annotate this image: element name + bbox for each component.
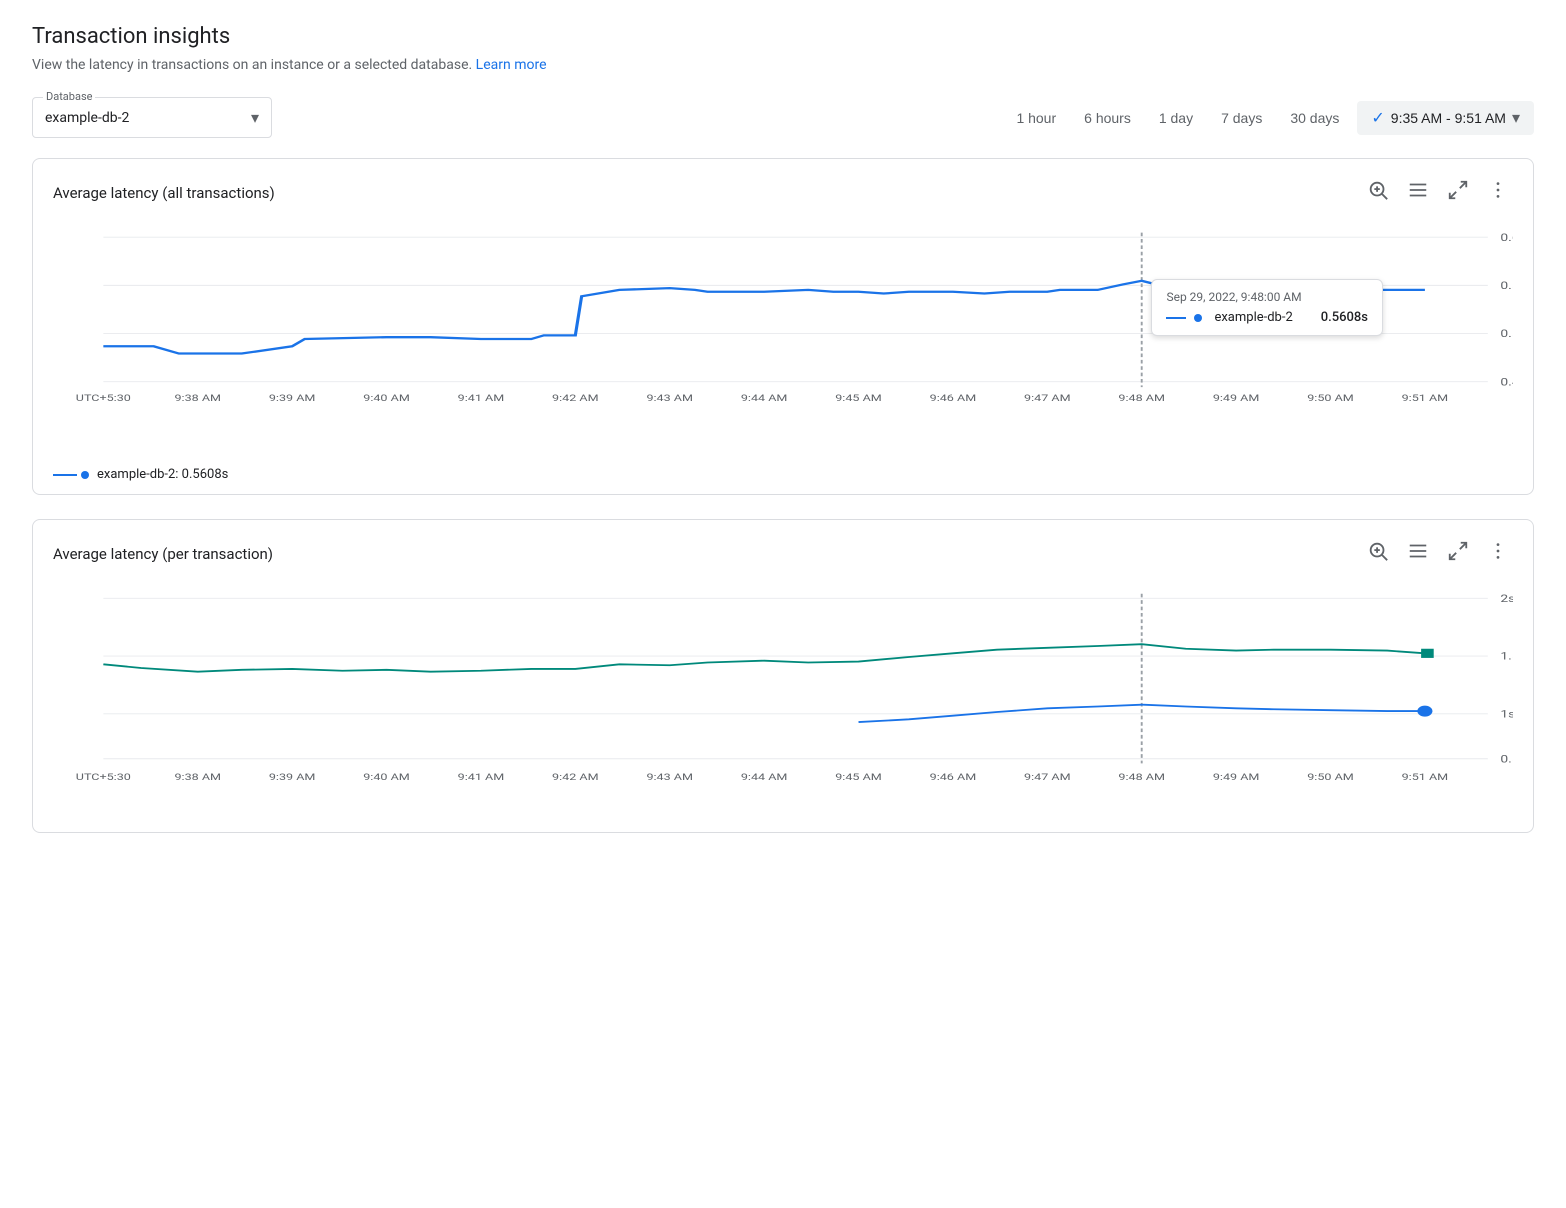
chart1-legend: example-db-2: 0.5608s	[53, 467, 1513, 482]
chart2-actions	[1363, 536, 1513, 572]
arrow-down-icon: ▾	[1512, 108, 1520, 128]
svg-text:9:51 AM: 9:51 AM	[1402, 772, 1449, 783]
svg-text:9:47 AM: 9:47 AM	[1024, 772, 1071, 783]
chart1-header: Average latency (all transactions)	[53, 175, 1513, 211]
time-btn-30days[interactable]: 30 days	[1280, 104, 1349, 132]
svg-text:9:38 AM: 9:38 AM	[174, 772, 221, 783]
svg-text:9:38 AM: 9:38 AM	[174, 393, 221, 404]
chevron-down-icon: ▾	[251, 108, 259, 127]
svg-text:9:48 AM: 9:48 AM	[1118, 772, 1165, 783]
svg-text:9:41 AM: 9:41 AM	[458, 393, 505, 404]
svg-text:9:49 AM: 9:49 AM	[1213, 772, 1260, 783]
chart1-title: Average latency (all transactions)	[53, 184, 275, 202]
svg-text:UTC+5:30: UTC+5:30	[76, 393, 131, 404]
time-btn-1hour[interactable]: 1 hour	[1006, 104, 1066, 132]
db-select-label: Database	[43, 90, 95, 103]
time-controls: 1 hour 6 hours 1 day 7 days 30 days ✓ 9:…	[1006, 101, 1534, 135]
svg-text:9:45 AM: 9:45 AM	[835, 393, 882, 404]
svg-text:9:42 AM: 9:42 AM	[552, 393, 599, 404]
svg-text:9:46 AM: 9:46 AM	[930, 393, 977, 404]
svg-text:9:46 AM: 9:46 AM	[930, 772, 977, 783]
time-btn-6hours[interactable]: 6 hours	[1074, 104, 1141, 132]
svg-text:9:50 AM: 9:50 AM	[1307, 772, 1354, 783]
time-btn-7days[interactable]: 7 days	[1211, 104, 1272, 132]
more-options-button[interactable]	[1483, 175, 1513, 211]
db-select-value[interactable]: example-db-2 ▾	[45, 102, 259, 133]
svg-text:9:42 AM: 9:42 AM	[552, 772, 599, 783]
chart2-more-button[interactable]	[1483, 536, 1513, 572]
db-selected-value: example-db-2	[45, 110, 129, 126]
svg-text:9:43 AM: 9:43 AM	[646, 393, 693, 404]
chart2-header: Average latency (per transaction)	[53, 536, 1513, 572]
chart-card-all-transactions: Average latency (all transactions)	[32, 158, 1534, 495]
time-btn-1day[interactable]: 1 day	[1149, 104, 1203, 132]
page-subtitle: View the latency in transactions on an i…	[32, 57, 1534, 73]
svg-text:9:48 AM: 9:48 AM	[1118, 393, 1165, 404]
svg-text:9:40 AM: 9:40 AM	[363, 772, 410, 783]
svg-text:9:39 AM: 9:39 AM	[269, 393, 316, 404]
svg-text:1.5s: 1.5s	[1500, 651, 1513, 663]
svg-text:9:43 AM: 9:43 AM	[646, 772, 693, 783]
chart-card-per-transaction: Average latency (per transaction)	[32, 519, 1534, 833]
svg-text:9:45 AM: 9:45 AM	[835, 772, 882, 783]
svg-text:9:49 AM: 9:49 AM	[1213, 393, 1260, 404]
svg-text:9:51 AM: 9:51 AM	[1402, 393, 1449, 404]
zoom-button[interactable]	[1363, 175, 1393, 211]
chart2-zoom-button[interactable]	[1363, 536, 1393, 572]
svg-text:9:44 AM: 9:44 AM	[741, 393, 788, 404]
chart2-fullscreen-button[interactable]	[1443, 536, 1473, 572]
svg-text:0.55s: 0.55s	[1500, 280, 1513, 292]
svg-text:UTC+5:30: UTC+5:30	[76, 772, 131, 783]
svg-text:0.45s: 0.45s	[1500, 376, 1513, 388]
svg-text:9:47 AM: 9:47 AM	[1024, 393, 1071, 404]
page-title: Transaction insights	[32, 24, 1534, 49]
chart2-area: 2s 1.5s 1s 0.5s UTC+5:30 9:38 AM 9:39 AM…	[53, 580, 1513, 820]
check-icon: ✓	[1371, 108, 1384, 128]
svg-text:9:40 AM: 9:40 AM	[363, 393, 410, 404]
chart2-legend-button[interactable]	[1403, 536, 1433, 572]
legend-button[interactable]	[1403, 175, 1433, 211]
svg-text:2s: 2s	[1500, 593, 1513, 605]
svg-text:0.5s: 0.5s	[1500, 753, 1513, 765]
fullscreen-button[interactable]	[1443, 175, 1473, 211]
chart1-area: 0.6s 0.55s 0.5s 0.45s UTC+5:30 9:38 AM 9…	[53, 219, 1513, 459]
svg-text:9:41 AM: 9:41 AM	[458, 772, 505, 783]
learn-more-link[interactable]: Learn more	[476, 57, 547, 73]
database-selector[interactable]: Database example-db-2 ▾	[32, 97, 272, 138]
svg-text:1s: 1s	[1500, 708, 1513, 720]
svg-text:0.5s: 0.5s	[1500, 328, 1513, 340]
toolbar: Database example-db-2 ▾ 1 hour 6 hours 1…	[32, 97, 1534, 138]
svg-text:0.6s: 0.6s	[1500, 232, 1513, 244]
chart1-actions	[1363, 175, 1513, 211]
svg-text:9:39 AM: 9:39 AM	[269, 772, 316, 783]
svg-text:9:50 AM: 9:50 AM	[1307, 393, 1354, 404]
chart1-legend-label: example-db-2: 0.5608s	[97, 467, 228, 482]
time-range-label: 9:35 AM - 9:51 AM	[1391, 110, 1506, 126]
chart2-title: Average latency (per transaction)	[53, 545, 273, 563]
svg-text:9:44 AM: 9:44 AM	[741, 772, 788, 783]
time-range-button[interactable]: ✓ 9:35 AM - 9:51 AM ▾	[1357, 101, 1534, 135]
